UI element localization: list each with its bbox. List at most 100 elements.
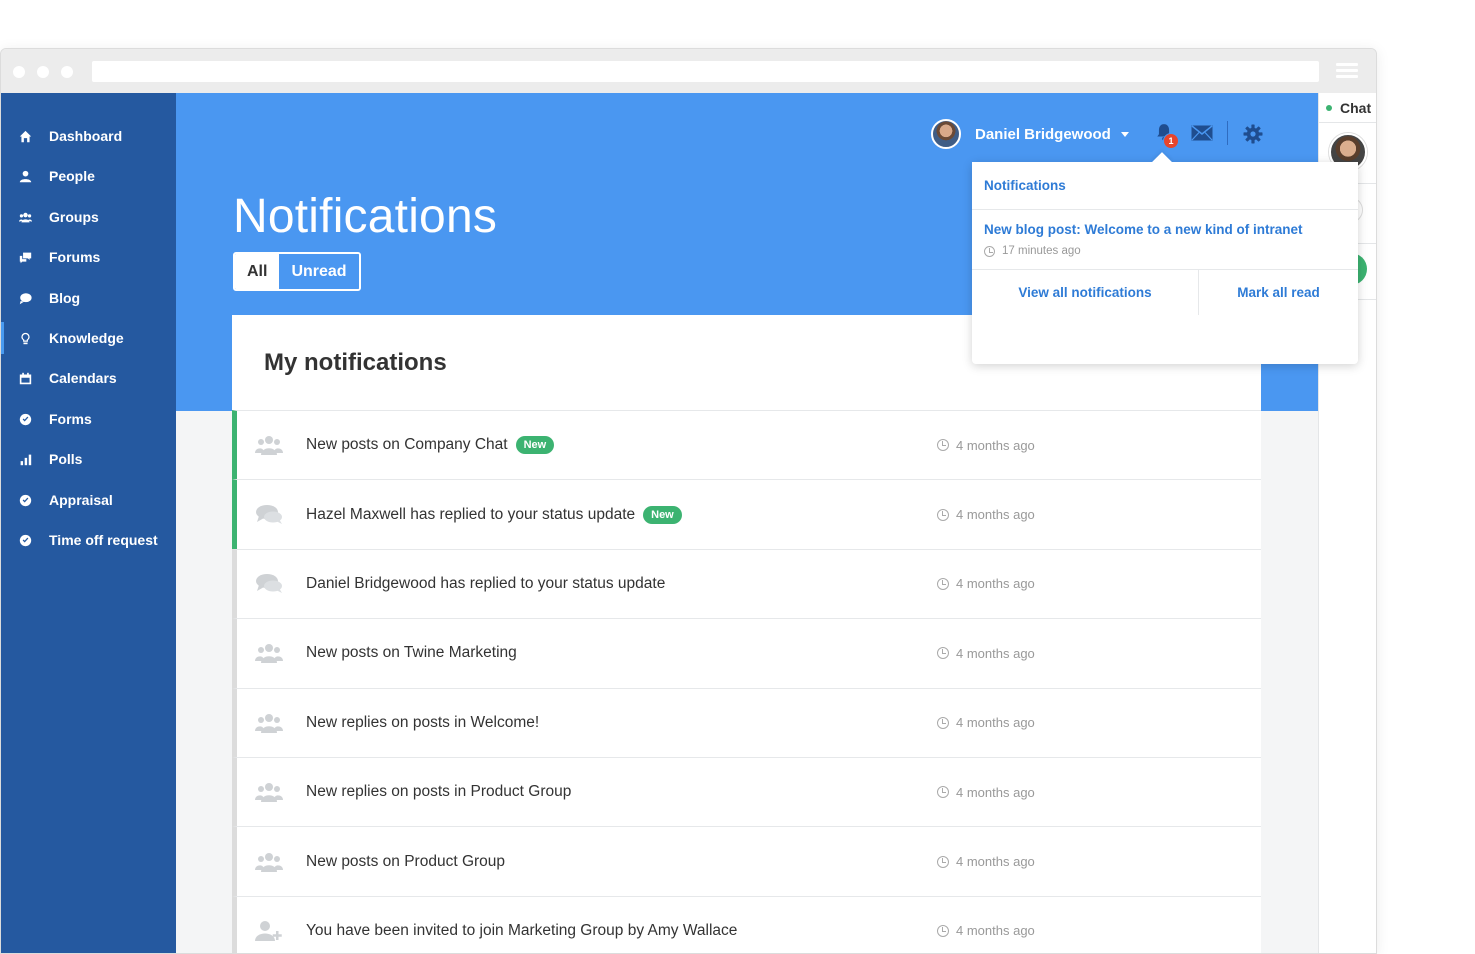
clock-icon [937, 786, 949, 799]
sidebar-item-knowledge[interactable]: Knowledge [1, 318, 176, 358]
clock-icon [937, 855, 949, 868]
filter-all-button[interactable]: All [235, 254, 280, 289]
notification-row[interactable]: New posts on Product Group 4 months ago [232, 826, 1261, 896]
chat-bubbles-icon [255, 504, 283, 526]
gear-icon[interactable] [1243, 124, 1263, 144]
user-name: Daniel Bridgewood [975, 125, 1111, 143]
sidebar-item-label: Forums [49, 249, 101, 265]
group-icon [1, 211, 49, 224]
sidebar-item-time-off-request[interactable]: Time off request [1, 520, 176, 560]
user-menu[interactable]: Daniel Bridgewood [931, 118, 1129, 150]
notification-time: 4 months ago [937, 507, 1035, 522]
notification-text-wrap: New posts on Twine Marketing [306, 644, 517, 662]
home-icon [1, 130, 49, 143]
sidebar-item-label: Polls [49, 451, 83, 467]
sidebar-item-polls[interactable]: Polls [1, 439, 176, 479]
window-dot[interactable] [61, 66, 73, 78]
notification-text-wrap: Hazel Maxwell has replied to your status… [306, 505, 682, 524]
chevron-down-icon [1120, 131, 1129, 137]
add-user-icon [255, 920, 283, 942]
sidebar-item-label: Blog [49, 290, 81, 306]
new-badge: New [643, 505, 682, 524]
browser-chrome [1, 49, 1376, 93]
view-all-notifications-button[interactable]: View all notifications [972, 270, 1199, 315]
sidebar-item-label: Forms [49, 411, 92, 427]
person-icon [1, 170, 49, 183]
notification-time: 4 months ago [937, 785, 1035, 800]
sidebar-item-groups[interactable]: Groups [1, 197, 176, 237]
notification-time-text: 4 months ago [956, 715, 1035, 731]
window-dot[interactable] [37, 66, 49, 78]
sidebar-item-forms[interactable]: Forms [1, 399, 176, 439]
notification-time: 4 months ago [937, 854, 1035, 869]
dropdown-item-title: New blog post: Welcome to a new kind of … [984, 222, 1303, 237]
online-status-dot [1326, 104, 1332, 111]
mail-icon[interactable] [1191, 125, 1213, 141]
group-icon [255, 851, 283, 873]
speech-bubble-icon [1, 292, 49, 305]
dropdown-notification-item[interactable]: New blog post: Welcome to a new kind of … [972, 210, 1358, 270]
sidebar-item-calendars[interactable]: Calendars [1, 358, 176, 398]
notification-text: New posts on Product Group [306, 852, 506, 870]
forum-icon [1, 251, 49, 264]
lightbulb-icon [1, 332, 49, 345]
check-circle-icon [1, 413, 49, 426]
clock-icon [937, 924, 949, 937]
address-bar[interactable] [92, 61, 1319, 82]
sidebar-item-people[interactable]: People [1, 156, 176, 196]
notification-row[interactable]: New posts on Company Chat New 4 months ago [232, 410, 1261, 480]
check-circle-icon [1, 494, 49, 507]
group-icon [255, 434, 283, 456]
notification-row[interactable]: Hazel Maxwell has replied to your status… [232, 479, 1261, 549]
window-dot[interactable] [13, 66, 25, 78]
clock-icon [937, 647, 949, 660]
notification-text-wrap: New replies on posts in Product Group [306, 783, 571, 801]
sidebar-item-forums[interactable]: Forums [1, 237, 176, 277]
notification-time: 4 months ago [937, 576, 1035, 591]
notification-text-wrap: Daniel Bridgewood has replied to your st… [306, 575, 665, 593]
notification-text-wrap: You have been invited to join Marketing … [306, 922, 737, 940]
notification-row[interactable]: You have been invited to join Marketing … [232, 895, 1261, 953]
group-icon [255, 712, 283, 734]
notification-text: New posts on Company Chat [306, 436, 508, 454]
sidebar-item-label: Appraisal [49, 492, 113, 508]
dropdown-item-time: 17 minutes ago [984, 245, 1346, 257]
group-icon [255, 642, 283, 664]
notification-text: New replies on posts in Product Group [306, 783, 572, 801]
new-badge: New [515, 436, 555, 455]
notification-row[interactable]: Daniel Bridgewood has replied to your st… [232, 548, 1261, 619]
filter-unread-button[interactable]: Unread [279, 254, 359, 289]
notification-time-text: 4 months ago [956, 437, 1035, 453]
sidebar-item-appraisal[interactable]: Appraisal [1, 480, 176, 520]
dropdown-footer: View all notifications Mark all read [972, 270, 1358, 315]
sidebar-item-label: People [49, 168, 95, 184]
notification-filter: All Unread [233, 252, 361, 291]
clock-icon [937, 439, 949, 452]
sidebar-item-label: Knowledge [49, 330, 124, 346]
bar-chart-icon [1, 453, 49, 466]
sidebar-item-blog[interactable]: Blog [1, 278, 176, 318]
notification-text-wrap: New replies on posts in Welcome! [306, 714, 539, 732]
clock-icon [984, 245, 995, 257]
notifications-button[interactable]: 1 [1155, 123, 1179, 149]
notifications-card: My notifications New posts on Company Ch… [232, 315, 1261, 953]
check-circle-icon [1, 534, 49, 547]
notification-row[interactable]: New replies on posts in Product Group 4 m… [232, 756, 1261, 827]
notification-time: 4 months ago [937, 715, 1035, 730]
sidebar-item-label: Time off request [49, 532, 158, 548]
notification-time-text: 4 months ago [956, 784, 1035, 800]
notification-time-text: 4 months ago [956, 923, 1035, 939]
browser-menu-icon[interactable] [1336, 63, 1358, 79]
sidebar-item-dashboard[interactable]: Dashboard [1, 116, 176, 156]
chat-bubbles-icon [255, 573, 283, 595]
notification-row[interactable]: New posts on Twine Marketing 4 months ago [232, 618, 1261, 688]
notification-time-text: 4 months ago [956, 507, 1035, 523]
notifications-dropdown: Notifications New blog post: Welcome to … [972, 162, 1358, 364]
sidebar-item-label: Calendars [49, 370, 117, 386]
notification-time: 4 months ago [937, 923, 1035, 938]
notification-row[interactable]: New replies on posts in Welcome! 4 months… [232, 687, 1261, 757]
chat-header[interactable]: Chat [1319, 93, 1376, 123]
mark-all-read-button[interactable]: Mark all read [1199, 270, 1358, 315]
header-divider [1227, 121, 1228, 145]
notification-text: You have been invited to join Marketing … [306, 921, 738, 939]
